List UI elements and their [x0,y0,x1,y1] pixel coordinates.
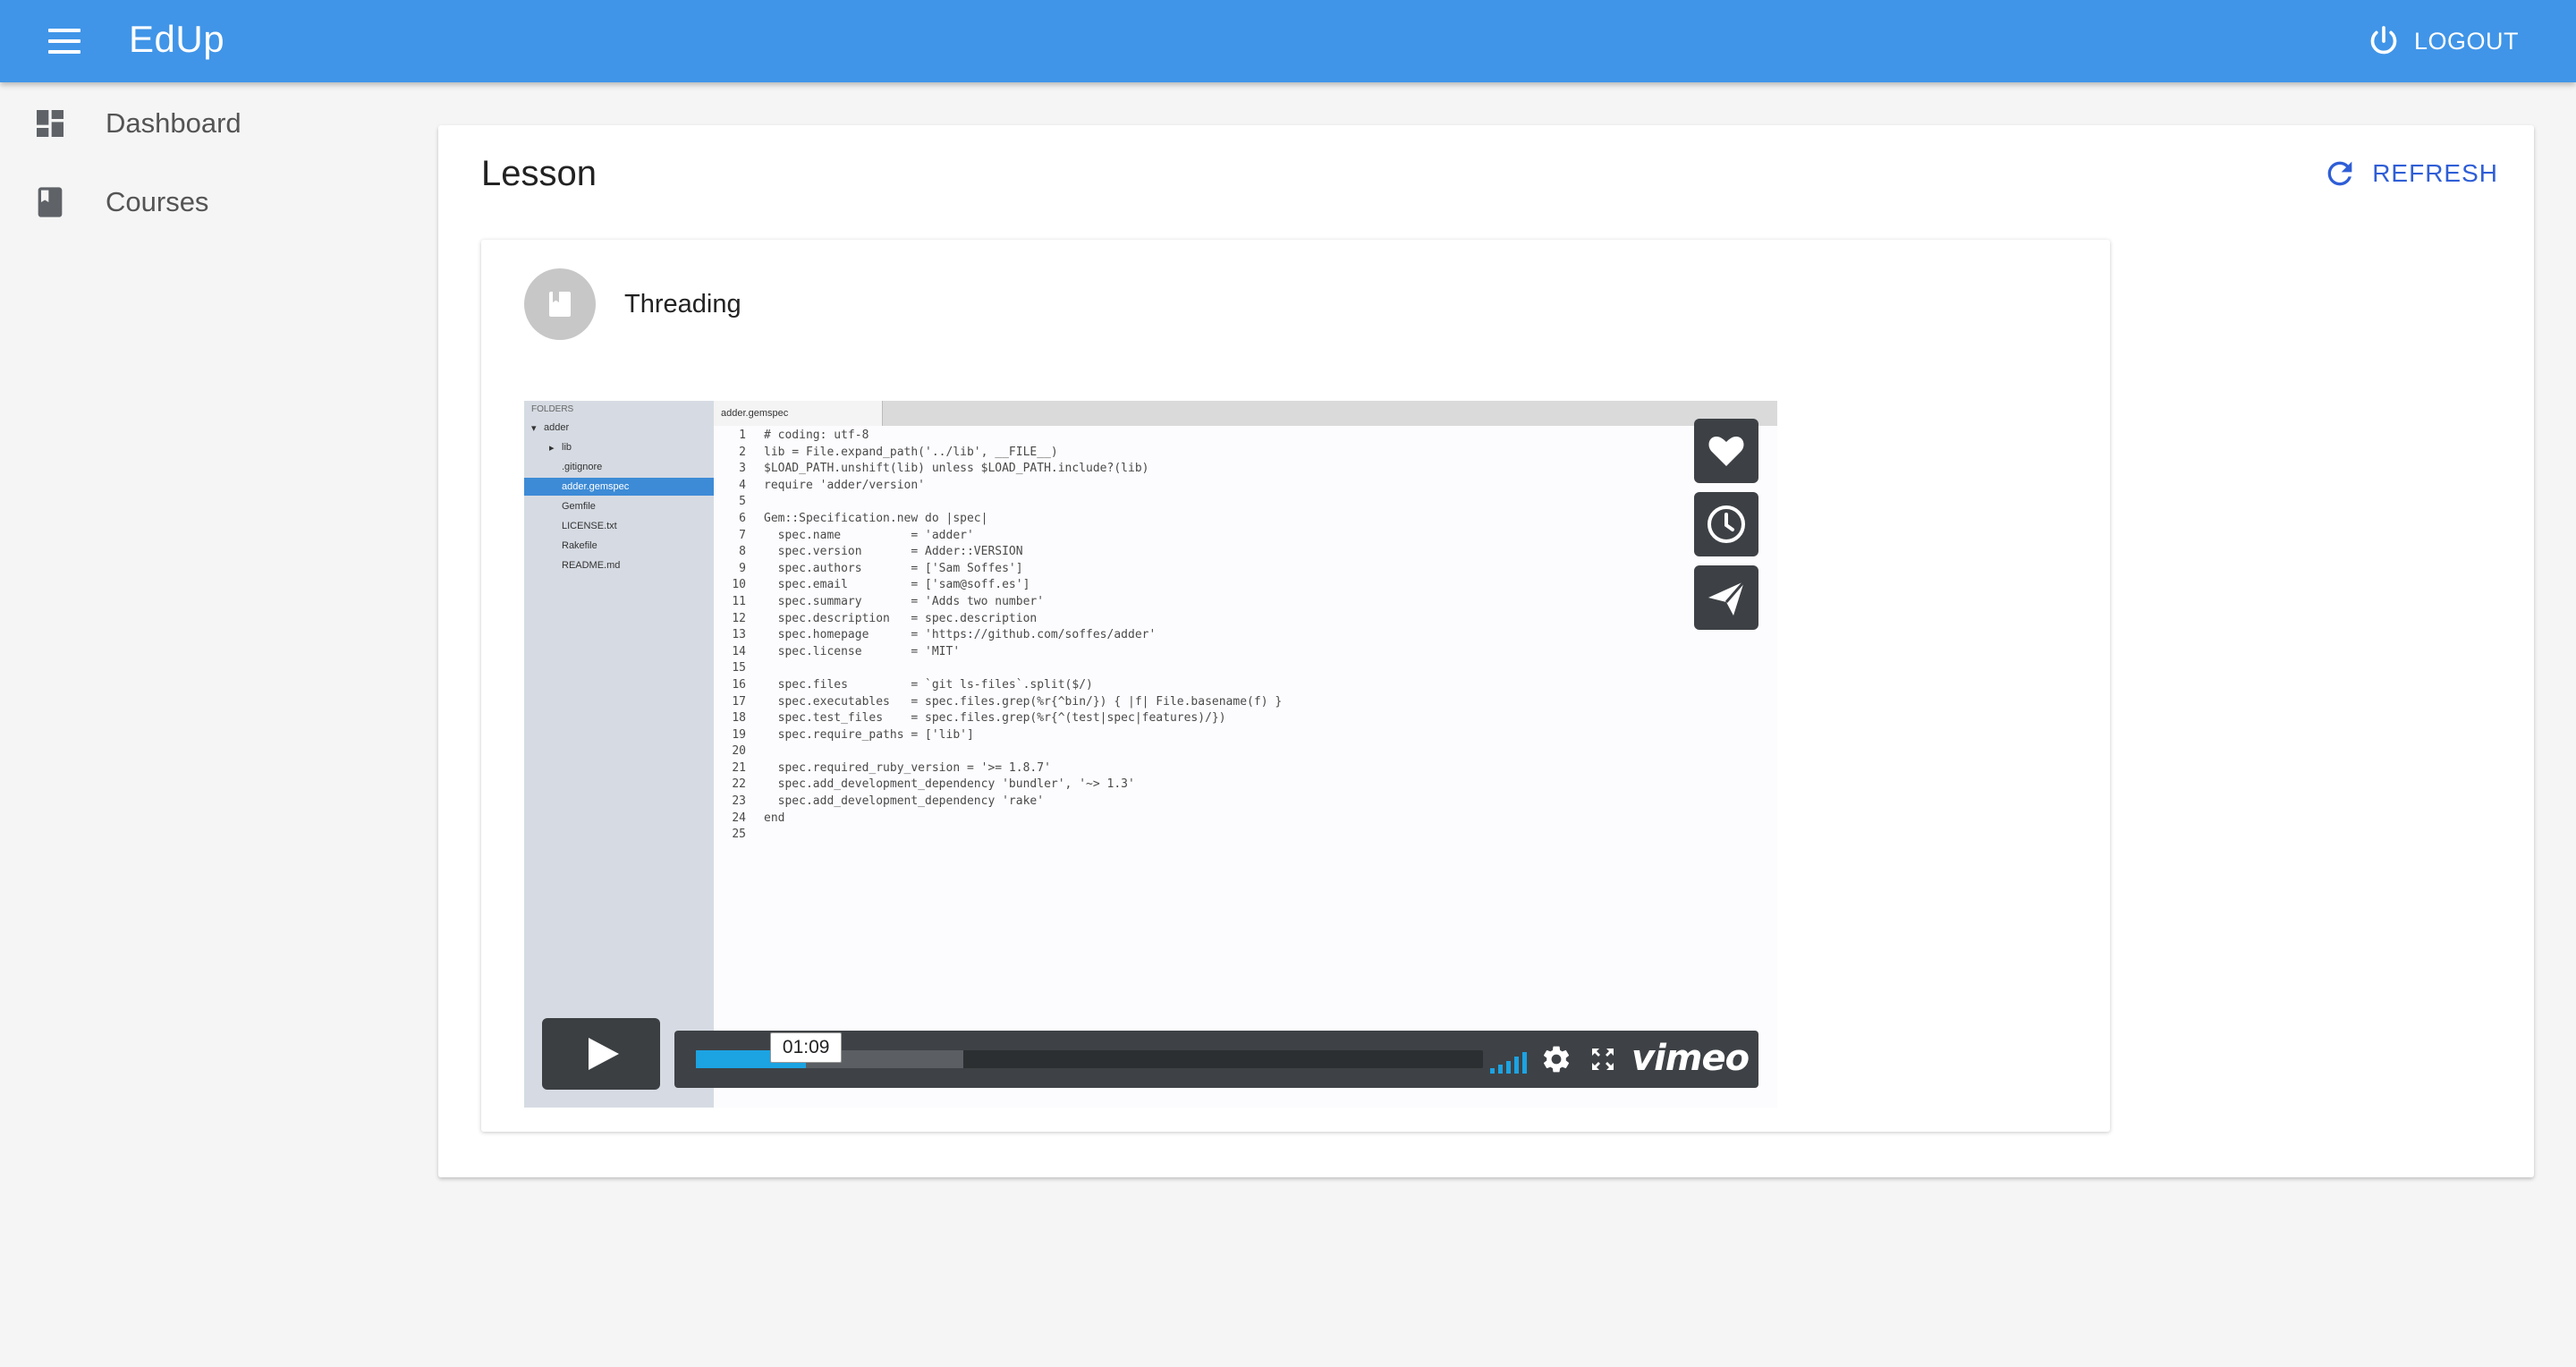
lesson-card: Threading FOLDERS ▾ adder ▸ lib .gitigno… [481,240,2110,1132]
line-numbers: 1 2 3 4 5 6 7 8 9 10 11 12 13 14 15 16 1… [732,429,746,842]
volume-icon[interactable] [1488,1045,1533,1075]
logout-button[interactable]: LOGOUT [2366,20,2519,63]
page-title: Lesson [481,154,597,193]
refresh-button[interactable]: REFRESH [2322,156,2498,191]
file-tree-item: Rakefile [562,540,597,551]
file-tree-item: Gemfile [562,501,596,512]
app-title: EdUp [129,18,225,60]
chevron-right-icon: ▸ [549,443,555,454]
file-tree-item: LICENSE.txt [562,521,617,531]
book-icon [549,292,571,317]
video-controls: 01:09 vimeo [674,1031,1758,1088]
code-text: # coding: utf-8 lib = File.expand_path('… [764,429,1283,825]
file-tree-header: FOLDERS [531,404,574,414]
file-tree-item: README.md [562,560,621,571]
gear-icon[interactable] [1540,1043,1572,1075]
sidebar-item-label: Courses [106,186,209,217]
lesson-title: Threading [624,290,741,318]
share-button[interactable] [1694,565,1758,630]
sidebar-nav: Dashboard Courses [0,82,411,242]
watch-later-button[interactable] [1694,492,1758,556]
book-icon [38,187,63,217]
video-player[interactable]: FOLDERS ▾ adder ▸ lib .gitignore adder.g… [524,401,1777,1108]
play-icon [589,1038,619,1070]
editor-tab-label: adder.gemspec [721,408,789,419]
fullscreen-icon[interactable] [1589,1045,1617,1074]
sidebar-item-label: Dashboard [106,107,242,139]
clock-icon [1707,505,1745,543]
folder-icon: ▾ [531,423,537,434]
power-icon [2370,26,2397,55]
refresh-icon [2327,161,2352,186]
file-tree-item: lib [562,442,572,453]
code-editor: 1 2 3 4 5 6 7 8 9 10 11 12 13 14 15 16 1… [714,426,1777,1108]
app-bar: EdUp LOGOUT [0,0,2576,82]
refresh-label: REFRESH [2372,159,2498,187]
editor-file-tree: FOLDERS ▾ adder ▸ lib .gitignore adder.g… [524,401,714,1108]
time-tooltip: 01:09 [770,1032,843,1063]
logout-label: LOGOUT [2413,27,2519,55]
sidebar-item-dashboard[interactable]: Dashboard [0,84,411,163]
menu-icon[interactable] [43,23,86,59]
heart-icon [1708,436,1744,466]
editor-tab-bar: adder.gemspec [714,401,1777,427]
file-tree-item: adder.gemspec [562,481,630,492]
dashboard-icon [37,110,64,137]
avatar [524,268,596,340]
file-tree-item: .gitignore [562,462,603,472]
sidebar-item-courses[interactable]: Courses [0,163,411,242]
play-button[interactable] [542,1018,660,1090]
file-tree-item: adder [544,422,570,433]
vimeo-logo[interactable]: vimeo [1631,1038,1750,1079]
lesson-panel: Lesson REFRESH Threading FOLDERS ▾ adder… [438,125,2534,1177]
send-icon [1708,581,1746,616]
progress-bar[interactable]: 01:09 [696,1032,1483,1068]
editor-tab: adder.gemspec [714,401,883,426]
like-button[interactable] [1694,419,1758,483]
